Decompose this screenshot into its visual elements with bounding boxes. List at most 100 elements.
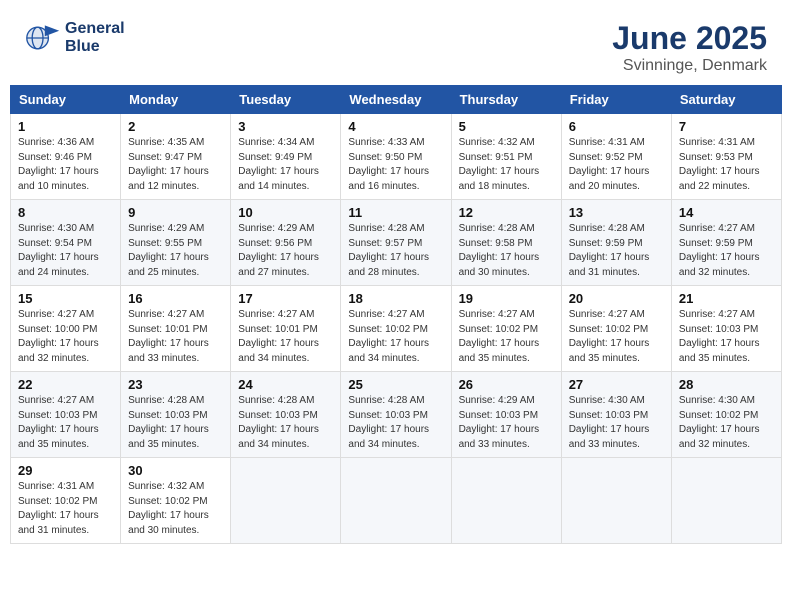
day-info: Sunrise: 4:36 AM Sunset: 9:46 PM Dayligh… [18, 136, 113, 194]
calendar-cell [341, 458, 451, 544]
calendar-cell: 29 Sunrise: 4:31 AM Sunset: 10:02 PM Dayl… [11, 458, 121, 544]
calendar-cell: 21Sunrise: 4:27 AM Sunset: 10:03 PM Dayl… [671, 286, 781, 372]
logo-icon [25, 20, 61, 56]
day-number: 17 [238, 291, 333, 306]
day-info: Sunrise: 4:28 AM Sunset: 10:03 PM Daylig… [348, 394, 443, 452]
calendar-cell: 2 Sunrise: 4:35 AM Sunset: 9:47 PM Daylig… [121, 114, 231, 200]
day-info: Sunrise: 4:31 AM Sunset: 10:02 PM Daylig… [18, 480, 113, 538]
calendar-cell: 6 Sunrise: 4:31 AM Sunset: 9:52 PM Daylig… [561, 114, 671, 200]
logo-text: General Blue [65, 20, 125, 55]
week-row-4: 22Sunrise: 4:27 AM Sunset: 10:03 PM Dayl… [11, 372, 782, 458]
calendar-cell [671, 458, 781, 544]
week-row-3: 15Sunrise: 4:27 AM Sunset: 10:00 PM Dayl… [11, 286, 782, 372]
calendar-cell: 11Sunrise: 4:28 AM Sunset: 9:57 PM Dayli… [341, 200, 451, 286]
day-info: Sunrise: 4:28 AM Sunset: 9:57 PM Dayligh… [348, 222, 443, 280]
week-row-1: 1 Sunrise: 4:36 AM Sunset: 9:46 PM Daylig… [11, 114, 782, 200]
day-info: Sunrise: 4:28 AM Sunset: 10:03 PM Daylig… [238, 394, 333, 452]
day-number: 4 [348, 119, 443, 134]
calendar-cell: 7 Sunrise: 4:31 AM Sunset: 9:53 PM Daylig… [671, 114, 781, 200]
week-row-2: 8 Sunrise: 4:30 AM Sunset: 9:54 PM Daylig… [11, 200, 782, 286]
week-row-5: 29 Sunrise: 4:31 AM Sunset: 10:02 PM Dayl… [11, 458, 782, 544]
day-info: Sunrise: 4:30 AM Sunset: 10:03 PM Daylig… [569, 394, 664, 452]
weekday-header-monday: Monday [121, 86, 231, 114]
day-info: Sunrise: 4:30 AM Sunset: 9:54 PM Dayligh… [18, 222, 113, 280]
day-number: 19 [459, 291, 554, 306]
day-number: 6 [569, 119, 664, 134]
calendar-cell [561, 458, 671, 544]
day-info: Sunrise: 4:27 AM Sunset: 10:00 PM Daylig… [18, 308, 113, 366]
calendar-cell: 1 Sunrise: 4:36 AM Sunset: 9:46 PM Daylig… [11, 114, 121, 200]
weekday-header-tuesday: Tuesday [231, 86, 341, 114]
day-info: Sunrise: 4:29 AM Sunset: 9:55 PM Dayligh… [128, 222, 223, 280]
day-number: 28 [679, 377, 774, 392]
day-number: 10 [238, 205, 333, 220]
weekday-header-thursday: Thursday [451, 86, 561, 114]
day-number: 7 [679, 119, 774, 134]
day-number: 3 [238, 119, 333, 134]
calendar-cell: 4 Sunrise: 4:33 AM Sunset: 9:50 PM Daylig… [341, 114, 451, 200]
calendar-cell: 19 Sunrise: 4:27 AM Sunset: 10:02 PM Dayl… [451, 286, 561, 372]
day-info: Sunrise: 4:27 AM Sunset: 10:03 PM Daylig… [18, 394, 113, 452]
calendar-cell: 5 Sunrise: 4:32 AM Sunset: 9:51 PM Daylig… [451, 114, 561, 200]
day-info: Sunrise: 4:30 AM Sunset: 10:02 PM Daylig… [679, 394, 774, 452]
calendar-cell: 18 Sunrise: 4:27 AM Sunset: 10:02 PM Dayl… [341, 286, 451, 372]
day-number: 5 [459, 119, 554, 134]
day-number: 1 [18, 119, 113, 134]
day-number: 29 [18, 463, 113, 478]
logo-line1: General [65, 20, 125, 38]
page-header: General Blue June 2025 Svinninge, Denmar… [10, 10, 782, 80]
day-number: 8 [18, 205, 113, 220]
calendar-cell [451, 458, 561, 544]
day-number: 2 [128, 119, 223, 134]
calendar-cell: 12 Sunrise: 4:28 AM Sunset: 9:58 PM Dayli… [451, 200, 561, 286]
day-info: Sunrise: 4:33 AM Sunset: 9:50 PM Dayligh… [348, 136, 443, 194]
day-info: Sunrise: 4:35 AM Sunset: 9:47 PM Dayligh… [128, 136, 223, 194]
calendar-cell: 27Sunrise: 4:30 AM Sunset: 10:03 PM Dayl… [561, 372, 671, 458]
day-info: Sunrise: 4:27 AM Sunset: 10:02 PM Daylig… [569, 308, 664, 366]
day-number: 12 [459, 205, 554, 220]
calendar-cell: 24 Sunrise: 4:28 AM Sunset: 10:03 PM Dayl… [231, 372, 341, 458]
calendar-cell: 28 Sunrise: 4:30 AM Sunset: 10:02 PM Dayl… [671, 372, 781, 458]
day-info: Sunrise: 4:32 AM Sunset: 10:02 PM Daylig… [128, 480, 223, 538]
day-info: Sunrise: 4:28 AM Sunset: 9:58 PM Dayligh… [459, 222, 554, 280]
day-number: 9 [128, 205, 223, 220]
calendar-cell: 25Sunrise: 4:28 AM Sunset: 10:03 PM Dayl… [341, 372, 451, 458]
day-info: Sunrise: 4:27 AM Sunset: 10:02 PM Daylig… [459, 308, 554, 366]
calendar-cell: 26Sunrise: 4:29 AM Sunset: 10:03 PM Dayl… [451, 372, 561, 458]
weekday-header-saturday: Saturday [671, 86, 781, 114]
day-info: Sunrise: 4:27 AM Sunset: 10:03 PM Daylig… [679, 308, 774, 366]
logo-line2: Blue [65, 38, 125, 56]
day-info: Sunrise: 4:32 AM Sunset: 9:51 PM Dayligh… [459, 136, 554, 194]
calendar-cell: 9 Sunrise: 4:29 AM Sunset: 9:55 PM Daylig… [121, 200, 231, 286]
calendar-cell: 15Sunrise: 4:27 AM Sunset: 10:00 PM Dayl… [11, 286, 121, 372]
calendar-cell: 23 Sunrise: 4:28 AM Sunset: 10:03 PM Dayl… [121, 372, 231, 458]
day-info: Sunrise: 4:34 AM Sunset: 9:49 PM Dayligh… [238, 136, 333, 194]
calendar-title: June 2025 [612, 20, 767, 57]
weekday-header-sunday: Sunday [11, 86, 121, 114]
day-info: Sunrise: 4:28 AM Sunset: 10:03 PM Daylig… [128, 394, 223, 452]
weekday-header-row: SundayMondayTuesdayWednesdayThursdayFrid… [11, 86, 782, 114]
day-number: 13 [569, 205, 664, 220]
day-info: Sunrise: 4:31 AM Sunset: 9:53 PM Dayligh… [679, 136, 774, 194]
calendar-cell: 30 Sunrise: 4:32 AM Sunset: 10:02 PM Dayl… [121, 458, 231, 544]
weekday-header-friday: Friday [561, 86, 671, 114]
day-number: 24 [238, 377, 333, 392]
day-number: 30 [128, 463, 223, 478]
day-number: 16 [128, 291, 223, 306]
calendar-cell: 20 Sunrise: 4:27 AM Sunset: 10:02 PM Dayl… [561, 286, 671, 372]
calendar-cell: 3 Sunrise: 4:34 AM Sunset: 9:49 PM Daylig… [231, 114, 341, 200]
day-number: 18 [348, 291, 443, 306]
day-info: Sunrise: 4:27 AM Sunset: 10:02 PM Daylig… [348, 308, 443, 366]
calendar-table: SundayMondayTuesdayWednesdayThursdayFrid… [10, 85, 782, 544]
calendar-cell: 16Sunrise: 4:27 AM Sunset: 10:01 PM Dayl… [121, 286, 231, 372]
calendar-cell [231, 458, 341, 544]
calendar-cell: 22Sunrise: 4:27 AM Sunset: 10:03 PM Dayl… [11, 372, 121, 458]
day-number: 20 [569, 291, 664, 306]
day-number: 14 [679, 205, 774, 220]
day-number: 23 [128, 377, 223, 392]
calendar-cell: 10Sunrise: 4:29 AM Sunset: 9:56 PM Dayli… [231, 200, 341, 286]
day-info: Sunrise: 4:31 AM Sunset: 9:52 PM Dayligh… [569, 136, 664, 194]
day-info: Sunrise: 4:27 AM Sunset: 10:01 PM Daylig… [238, 308, 333, 366]
day-info: Sunrise: 4:28 AM Sunset: 9:59 PM Dayligh… [569, 222, 664, 280]
weekday-header-wednesday: Wednesday [341, 86, 451, 114]
